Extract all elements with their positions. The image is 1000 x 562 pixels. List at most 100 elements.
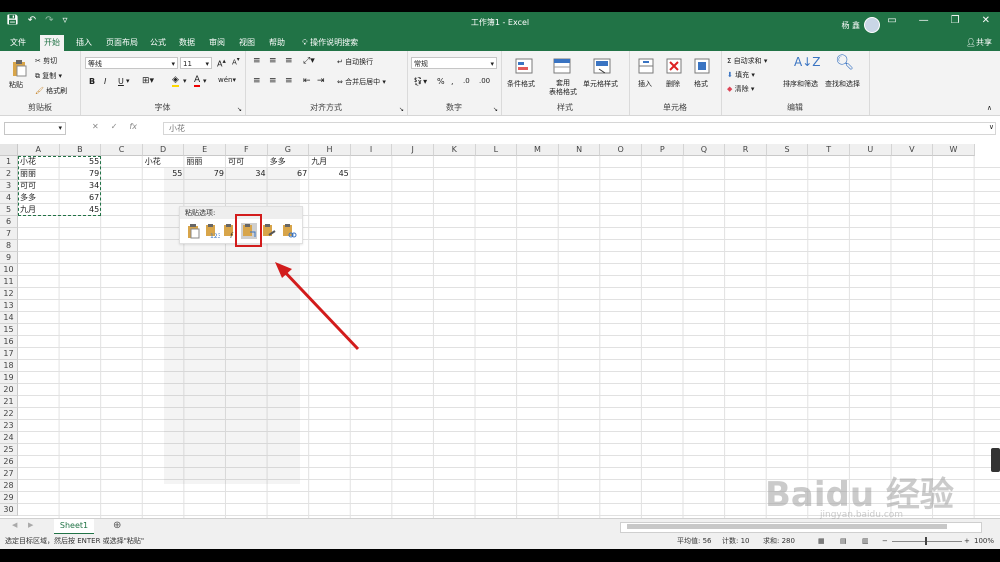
cell-d1[interactable]: 小花 [143, 156, 185, 168]
zoom-slider-thumb[interactable] [925, 537, 927, 545]
row-header-28[interactable]: 28 [0, 480, 18, 492]
zoom-in-icon[interactable]: + [964, 534, 970, 549]
borders-icon[interactable]: ⊞▾ [142, 76, 154, 86]
row-header-9[interactable]: 9 [0, 252, 18, 264]
row-header-26[interactable]: 26 [0, 456, 18, 468]
cancel-icon[interactable]: ✕ [92, 122, 99, 131]
font-color-icon[interactable]: A [194, 75, 201, 87]
row-header-29[interactable]: 29 [0, 492, 18, 504]
conditional-format-button[interactable]: 条件格式 [507, 79, 535, 89]
row-header-19[interactable]: 19 [0, 372, 18, 384]
column-header-f[interactable]: F [226, 144, 268, 156]
paste-formatting-icon[interactable] [261, 223, 277, 239]
user-account[interactable]: 杨 鑫 [841, 17, 880, 33]
merge-center-button[interactable]: ⇔ 合并后居中 ▾ [337, 77, 386, 87]
tab-review[interactable]: 审阅 [205, 35, 229, 51]
wrap-text-button[interactable]: ↵ 自动换行 [337, 57, 373, 67]
column-header-m[interactable]: M [517, 144, 559, 156]
column-header-o[interactable]: O [600, 144, 642, 156]
paste-link-icon[interactable] [281, 223, 297, 239]
row-header-23[interactable]: 23 [0, 420, 18, 432]
column-header-h[interactable]: H [309, 144, 351, 156]
column-header-g[interactable]: G [267, 144, 310, 156]
column-header-e[interactable]: E [184, 144, 226, 156]
cell-styles-icon[interactable] [593, 57, 611, 75]
row-header-13[interactable]: 13 [0, 300, 18, 312]
cell-g2[interactable]: 67 [268, 168, 310, 180]
paste-icon[interactable] [185, 223, 201, 239]
zoom-slider[interactable] [892, 541, 962, 542]
paste-values-icon[interactable]: 123 [204, 223, 220, 239]
page-break-view-icon[interactable]: ▥ [862, 534, 869, 549]
row-header-18[interactable]: 18 [0, 360, 18, 372]
format-table-button[interactable]: 套用 表格格式 [549, 79, 577, 97]
scroll-thumb[interactable] [627, 524, 947, 529]
tab-help[interactable]: 帮助 [265, 35, 289, 51]
font-color-dropdown-icon[interactable]: ▾ [203, 77, 207, 85]
font-size-select[interactable]: 11 ▾ [180, 57, 212, 69]
column-header-i[interactable]: I [350, 144, 393, 156]
orientation-icon[interactable]: ⤢▾ [303, 56, 315, 66]
column-header-p[interactable]: P [642, 144, 684, 156]
row-header-24[interactable]: 24 [0, 432, 18, 444]
cell-e2[interactable]: 79 [184, 168, 226, 180]
row-header-22[interactable]: 22 [0, 408, 18, 420]
fill-button[interactable]: ⬇ 填充 ▾ [727, 70, 755, 80]
row-header-16[interactable]: 16 [0, 336, 18, 348]
tab-formulas[interactable]: 公式 [146, 35, 170, 51]
next-sheet-icon[interactable]: ▶ [28, 521, 33, 529]
number-format-select[interactable]: 常规 ▾ [411, 57, 497, 69]
column-header-b[interactable]: B [59, 144, 102, 156]
row-header-17[interactable]: 17 [0, 348, 18, 360]
increase-decimal-icon[interactable]: .0 [463, 77, 470, 85]
row-header-4[interactable]: 4 [0, 192, 18, 204]
cell-h2[interactable]: 45 [309, 168, 351, 180]
cell-f2[interactable]: 34 [226, 168, 268, 180]
sheet-tab[interactable]: Sheet1 [54, 519, 94, 535]
font-name-select[interactable]: 等线 ▾ [85, 57, 178, 69]
row-header-7[interactable]: 7 [0, 228, 18, 240]
cell-h1[interactable]: 九月 [309, 156, 351, 168]
row-header-1[interactable]: 1 [0, 156, 18, 168]
close-icon[interactable]: ✕ [982, 15, 990, 26]
tab-view[interactable]: 视图 [235, 35, 259, 51]
row-header-12[interactable]: 12 [0, 288, 18, 300]
column-header-l[interactable]: L [475, 144, 518, 156]
tab-data[interactable]: 数据 [175, 35, 199, 51]
tab-home[interactable]: 开始 [40, 35, 64, 51]
format-cells-icon[interactable] [693, 57, 711, 75]
row-header-15[interactable]: 15 [0, 324, 18, 336]
cell-d2[interactable]: 55 [143, 168, 185, 180]
row-header-5[interactable]: 5 [0, 204, 18, 216]
cell-styles-button[interactable]: 单元格样式 [583, 79, 618, 89]
minimize-icon[interactable]: — [919, 15, 929, 26]
row-header-14[interactable]: 14 [0, 312, 18, 324]
normal-view-icon[interactable]: ▦ [818, 534, 825, 549]
row-header-3[interactable]: 3 [0, 180, 18, 192]
fx-icon[interactable]: fx [129, 122, 137, 131]
format-button[interactable]: 格式 [694, 79, 708, 89]
increase-indent-icon[interactable]: ⇥ [317, 76, 325, 86]
row-header-30[interactable]: 30 [0, 504, 18, 516]
column-header-r[interactable]: R [725, 144, 767, 156]
row-header-21[interactable]: 21 [0, 396, 18, 408]
increase-font-icon[interactable]: A▴ [217, 57, 226, 69]
tab-page-layout[interactable]: 页面布局 [102, 35, 142, 51]
page-layout-view-icon[interactable]: ▤ [840, 534, 847, 549]
sort-filter-button[interactable]: 排序和筛选 [783, 79, 818, 89]
row-header-20[interactable]: 20 [0, 384, 18, 396]
restore-icon[interactable]: ❐ [951, 15, 960, 26]
underline-button[interactable]: U [118, 77, 124, 86]
align-center-icon[interactable]: ≡ [269, 76, 277, 86]
select-all-corner[interactable] [0, 144, 18, 156]
number-launcher-icon[interactable]: ↘ [493, 106, 498, 113]
top-align-icon[interactable]: ≡ [253, 56, 261, 66]
share-button[interactable]: 👤︎共享 [966, 35, 992, 51]
fill-color-icon[interactable]: ◈ [172, 75, 179, 87]
bottom-align-icon[interactable]: ≡ [285, 56, 293, 66]
cut-button[interactable]: ✂ 剪切 [35, 56, 57, 66]
zoom-out-icon[interactable]: − [882, 534, 888, 549]
ribbon-display-icon[interactable]: ▭ [887, 15, 896, 26]
row-header-2[interactable]: 2 [0, 168, 18, 180]
format-painter-button[interactable]: 🖌︎ 格式刷 [35, 86, 67, 96]
